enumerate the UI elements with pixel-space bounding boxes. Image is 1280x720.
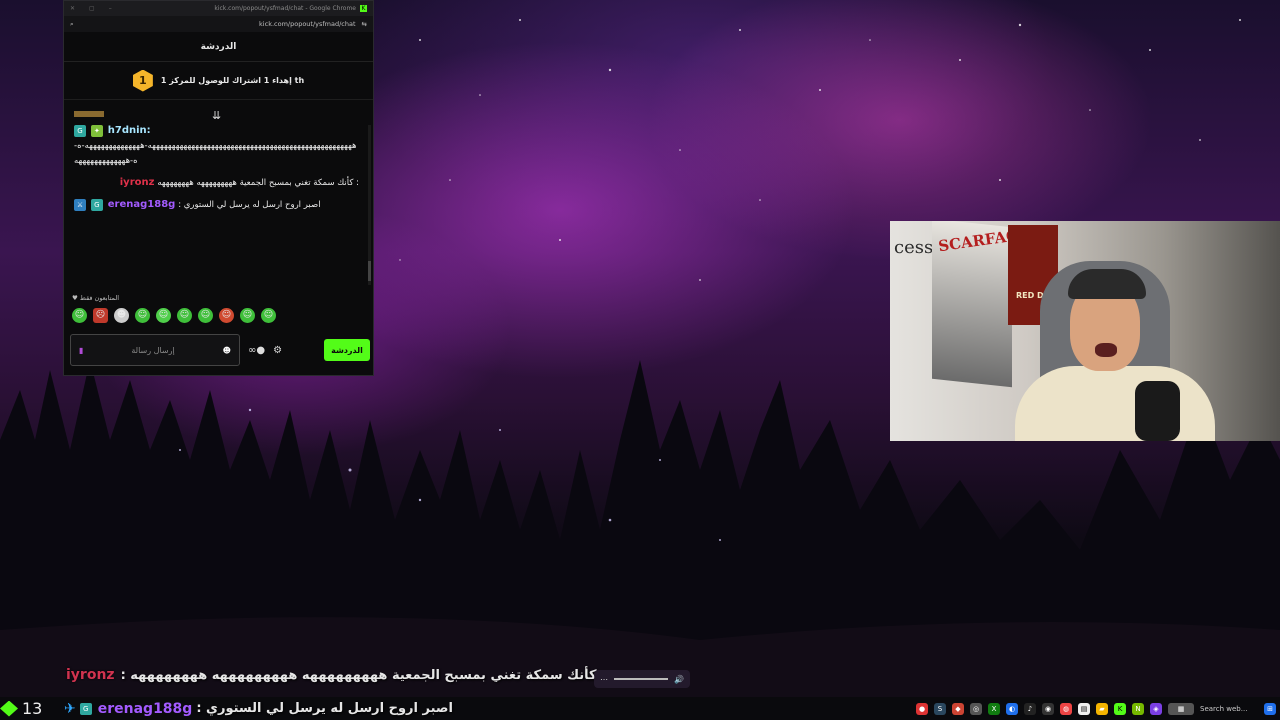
nvidia-icon[interactable]: N (1132, 703, 1144, 715)
emote-icon[interactable]: ☺ (240, 308, 255, 323)
app-icon[interactable]: ▦ (1168, 703, 1194, 715)
emotes-label: ♥ المتابعون فقط (72, 294, 120, 302)
emote-icon[interactable]: ☻ (114, 308, 129, 323)
chat-input[interactable]: ▮ إرسال رسالة ☻ (70, 334, 240, 366)
xbox-icon[interactable]: X (988, 703, 1000, 715)
emote-icon[interactable]: ☺ (156, 308, 171, 323)
message-text: : كأنك سمكة تغني بمسبح الجمعية ههههههههه… (157, 178, 359, 188)
emote-icon[interactable]: ☺ (261, 308, 276, 323)
message-username[interactable]: iyronz (120, 177, 155, 188)
emote-icon[interactable]: ☺ (198, 308, 213, 323)
settings-icon[interactable]: ⇆ (362, 20, 367, 28)
send-chat-button[interactable]: الدردشة (324, 339, 370, 361)
overlay-text: : اصبر اروح ارسل له يرسل لي الستوري (196, 701, 453, 716)
address-bar[interactable]: ⌕ kick.com/popout/ysfmad/chat ⇆ (64, 16, 373, 32)
app-icon[interactable]: ● (916, 703, 928, 715)
overlay-username: erenag188g (97, 700, 193, 717)
pinned-strip (74, 111, 104, 117)
volume-icon[interactable]: 🔊 (674, 675, 684, 684)
chat-messages: G ✦ h7dnin: هههههههههههههههههههههههههههه… (64, 111, 369, 286)
chat-message: ⚔ G erenag188g : اصبر اروح ارسل له يرسل … (74, 197, 359, 213)
kick-logo-icon: K (360, 5, 367, 12)
viewer-icon (0, 700, 18, 717)
chat-input-bar: ▮ إرسال رسالة ☻ ∞● ⚙ الدردشة (70, 334, 370, 366)
message-text: هههههههههههههههههههههههههههههههههههههههه… (74, 141, 357, 166)
chat-message: G ✦ h7dnin: هههههههههههههههههههههههههههه… (74, 123, 359, 169)
badge-icon: G (90, 198, 103, 211)
system-tray: ● S ◆ ◎ X ◐ ♪ ◉ ◍ ▤ ▰ K N ◈ ▦ Search web… (916, 699, 1276, 719)
overlay-chat-line: ✈ G erenag188g : اصبر اروح ارسل له يرسل … (64, 697, 453, 720)
viewer-counter: 13 (0, 697, 42, 720)
message-username[interactable]: h7dnin: (108, 125, 151, 136)
promo-banner[interactable]: 1 إهداء 1 اشتراك للوصول للمركز 1 th (64, 62, 373, 100)
media-progress[interactable] (614, 678, 669, 680)
app-icon[interactable]: ◆ (952, 703, 964, 715)
media-controls[interactable]: ⋯ 🔊 (594, 670, 690, 688)
app-icon[interactable]: ◉ (1042, 703, 1054, 715)
tiktok-icon[interactable]: ♪ (1024, 703, 1036, 715)
folder-icon[interactable]: ▰ (1096, 703, 1108, 715)
input-placeholder: إرسال رسالة (131, 345, 175, 355)
taskbar-search[interactable]: Search web... (1200, 705, 1258, 713)
menu-icon[interactable]: ⋯ (600, 675, 608, 684)
streamer-body (1015, 366, 1215, 441)
window-title: kick.com/popout/ysfmad/chat - Google Chr… (214, 5, 356, 12)
address-url[interactable]: kick.com/popout/ysfmad/chat (74, 20, 362, 28)
gear-icon[interactable]: ⚙ (273, 345, 282, 356)
app-icon[interactable]: ◈ (1150, 703, 1162, 715)
streamer-cap (1068, 269, 1146, 299)
kick-icon[interactable]: K (1114, 703, 1126, 715)
webcam-feed: cess SCARFACE RED DEAD (890, 221, 1280, 441)
overlay-text: : كأنك سمكة تغني بمسبح الجمعية ههههههههه… (120, 667, 597, 683)
windows-icon[interactable]: ⊞ (1264, 703, 1276, 715)
rank-icon: 1 (132, 69, 153, 92)
promo-text: إهداء 1 اشتراك للوصول للمركز 1 th (160, 76, 305, 85)
message-text: : اصبر اروح ارسل له يرسل لي الستوري (178, 200, 321, 210)
viewer-count: 13 (22, 699, 43, 718)
steam-icon[interactable]: S (934, 703, 946, 715)
chat-scrollbar-thumb[interactable] (368, 261, 371, 281)
chat-header: الدردشة (64, 32, 373, 62)
emote-icon[interactable]: ☺ (72, 308, 87, 323)
badge-icon: ✦ (90, 124, 103, 137)
microphone (1135, 381, 1180, 441)
app-icon[interactable]: ◎ (970, 703, 982, 715)
chat-popout-window: ✕ ▢ – kick.com/popout/ysfmad/chat - Goog… (63, 0, 374, 376)
wall-text: cess (894, 237, 934, 258)
overlay-username: iyronz (66, 667, 115, 683)
streamer-mouth (1095, 343, 1117, 357)
emote-icon[interactable]: ☺ (135, 308, 150, 323)
emoji-icon[interactable]: ☻ (223, 346, 231, 355)
chat-message: : كأنك سمكة تغني بمسبح الجمعية ههههههههه… (74, 175, 359, 191)
chrome-icon[interactable]: ◍ (1060, 703, 1072, 715)
emote-icon[interactable]: ☹ (93, 308, 108, 323)
message-username[interactable]: erenag188g (108, 199, 176, 210)
overlay-chat-line: iyronz : كأنك سمكة تغني بمسبح الجمعية هه… (66, 665, 597, 685)
badge-icon: ✈ (64, 700, 76, 717)
emote-icon[interactable]: ☺ (219, 308, 234, 323)
emote-icon[interactable]: ☺ (177, 308, 192, 323)
maximize-icon[interactable]: ▢ (89, 5, 95, 12)
infinity-icon[interactable]: ∞● (248, 345, 265, 356)
app-icon[interactable]: ◐ (1006, 703, 1018, 715)
window-titlebar[interactable]: ✕ ▢ – kick.com/popout/ysfmad/chat - Goog… (64, 1, 373, 16)
emote-row: ♥ المتابعون فقط ☺ ☹ ☻ ☺ ☺ ☺ ☺ ☺ ☺ ☺ (72, 294, 362, 323)
badge-icon: G (79, 702, 92, 715)
badge-icon: ⚔ (74, 198, 86, 211)
notepad-icon[interactable]: ▤ (1078, 703, 1090, 715)
badge-icon: G (74, 124, 86, 137)
close-icon[interactable]: ✕ (70, 5, 75, 12)
